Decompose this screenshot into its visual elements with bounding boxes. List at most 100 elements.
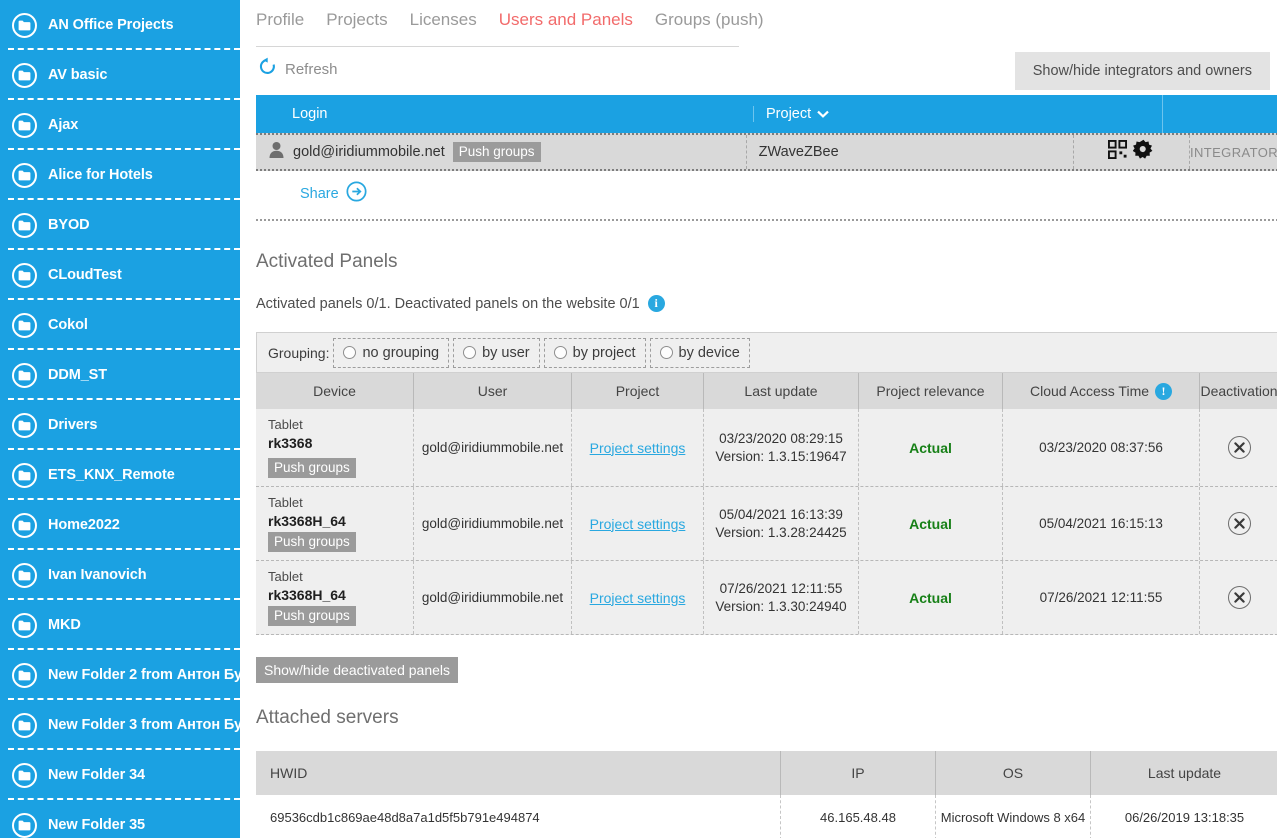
last-update-cell: 05/04/2021 16:13:39 Version: 1.3.28:24425 [704,487,859,560]
radio-button[interactable] [553,346,567,359]
table-row[interactable]: Tablet rk3368H_64 Push groups gold@iridiumm… [256,487,1277,561]
info-icon[interactable]: ! [1155,382,1173,400]
show-hide-deactivated-panels-button[interactable]: Show/hide deactivated panels [256,657,459,683]
close-circle-icon[interactable] [1227,512,1251,535]
device-type: Tablet [268,569,303,584]
sidebar-item-cloudtest[interactable]: CLoudTest [0,250,240,300]
show-hide-integrators-button[interactable]: Show/hide integrators and owners [1014,52,1270,90]
info-icon[interactable]: i [647,295,665,312]
folder-icon [12,112,37,138]
push-groups-badge[interactable]: Push groups [268,532,356,552]
close-circle-icon[interactable] [1227,586,1251,609]
radio-button[interactable] [659,346,673,359]
table-row[interactable]: 69536cdb1c869ae48d8a7a1d5f5b791e494874 46… [256,795,1277,838]
project-cell: Project settings [572,409,704,486]
column-header-user[interactable]: User [414,373,572,409]
last-update-cell: 06/26/2019 13:18:35 [1124,810,1245,825]
push-groups-badge[interactable]: Push groups [268,458,356,478]
sidebar-item-home2022[interactable]: Home2022 [0,500,240,550]
user-actions-cell [1072,135,1189,169]
column-header-last-update[interactable]: Last update [1091,751,1277,795]
sidebar-item-label: New Folder 2 from Антон Бу [48,667,240,683]
sidebar-item-byod[interactable]: BYOD [0,200,240,250]
last-update-cell: 07/26/2021 12:11:55 Version: 1.3.30:24940 [704,561,859,634]
role-label: INTEGRATOR [1189,144,1277,160]
sidebar-item-drivers[interactable]: Drivers [0,400,240,450]
sidebar-item-new-folder-34[interactable]: New Folder 34 [0,750,240,800]
column-header-ip[interactable]: IP [781,751,936,795]
push-groups-badge[interactable]: Push groups [268,606,356,626]
tab-users-and-panels[interactable]: Users and Panels [499,9,633,31]
last-update-date: 05/04/2021 16:13:39 [719,507,843,522]
tab-divider [256,46,739,47]
refresh-button[interactable]: Refresh [258,57,378,81]
column-header-login[interactable]: Login [256,105,753,123]
user-cell: gold@iridiummobile.net [414,409,572,486]
device-cell: Tablet rk3368 Push groups [256,409,414,486]
folder-icon [12,612,37,638]
folder-icon [12,712,37,738]
folder-icon [12,312,37,338]
sidebar-item-ajax[interactable]: Ajax [0,100,240,150]
sidebar-item-new-folder-35[interactable]: New Folder 35 [0,800,240,838]
folder-icon [12,662,37,688]
column-header-project[interactable]: Project [753,106,1162,122]
radio-button[interactable] [463,346,477,359]
chevron-down-icon [817,106,829,122]
sidebar-item-new-folder-3-from[interactable]: New Folder 3 from Антон Бу [0,700,240,750]
sidebar-item-ddm-st[interactable]: DDM_ST [0,350,240,400]
last-update-version: Version: 1.3.30:24940 [715,599,847,614]
folder-icon [12,262,37,288]
qr-code-icon[interactable] [1108,140,1128,164]
servers-table-header: HWID IP OS Last update [256,751,1277,795]
grouping-option-by-project[interactable]: by project [543,337,646,368]
sidebar-item-label: Drivers [48,417,98,433]
column-header-cloud-access-time[interactable]: Cloud Access Time ! [1003,373,1200,409]
sidebar-item-an-office-projects[interactable]: AN Office Projects [0,0,240,50]
table-row[interactable]: Tablet rk3368H_64 Push groups gold@iridiumm… [256,561,1277,635]
column-header-deactivation[interactable]: Deactivation [1200,373,1277,409]
sidebar-item-label: AV basic [48,67,108,83]
sidebar-item-ivan-ivanovich[interactable]: Ivan Ivanovich [0,550,240,600]
column-header-last-update[interactable]: Last update [704,373,859,409]
user-row[interactable]: gold@iridiummobile.net Push groups ZWave… [256,133,1277,171]
column-header-actions [1162,95,1277,133]
sidebar-item-label: New Folder 35 [48,817,146,833]
folder-icon [12,62,37,88]
app-root: AN Office Projects AV basic Ajax Alice for … [0,0,1277,838]
user-role-cell: INTEGRATOR [1188,135,1277,169]
cloud-access-cell: 05/04/2021 16:15:13 [1003,487,1200,560]
sidebar-item-av-basic[interactable]: AV basic [0,50,240,100]
user-cell: gold@iridiummobile.net [414,487,572,560]
project-settings-link[interactable]: Project settings [590,516,686,532]
sidebar-item-alice-for-hotels[interactable]: Alice for Hotels [0,150,240,200]
sidebar-item-label: BYOD [48,217,90,233]
tab-licenses[interactable]: Licenses [410,9,477,31]
project-settings-link[interactable]: Project settings [590,440,686,456]
tab-projects[interactable]: Projects [326,9,387,31]
column-header-hwid[interactable]: HWID [256,751,781,795]
grouping-option-no-grouping[interactable]: no grouping [333,337,450,368]
grouping-option-by-device[interactable]: by device [649,337,750,368]
sidebar-item-label: ETS_KNX_Remote [48,467,175,483]
radio-button[interactable] [343,346,357,359]
grouping-option-by-user[interactable]: by user [453,337,540,368]
table-row[interactable]: Tablet rk3368 Push groups gold@iridiummobil… [256,409,1277,487]
folder-icon [12,762,37,788]
close-circle-icon[interactable] [1227,436,1251,459]
project-settings-link[interactable]: Project settings [590,590,686,606]
column-header-device[interactable]: Device [256,373,414,409]
sidebar-item-cokol[interactable]: Cokol [0,300,240,350]
tab-profile[interactable]: Profile [256,9,304,31]
column-header-relevance[interactable]: Project relevance [859,373,1003,409]
sidebar-item-label: CLoudTest [48,267,122,283]
column-header-project[interactable]: Project [572,373,704,409]
sidebar-item-ets-knx-remote[interactable]: ETS_KNX_Remote [0,450,240,500]
share-row[interactable]: Share [256,171,1277,221]
sidebar-item-mkd[interactable]: MKD [0,600,240,650]
push-groups-badge[interactable]: Push groups [452,142,541,162]
sidebar-item-new-folder-2-from[interactable]: New Folder 2 from Антон Бу [0,650,240,700]
column-header-os[interactable]: OS [936,751,1091,795]
gear-icon[interactable] [1133,139,1154,165]
tab-groups-push[interactable]: Groups (push) [655,9,764,31]
